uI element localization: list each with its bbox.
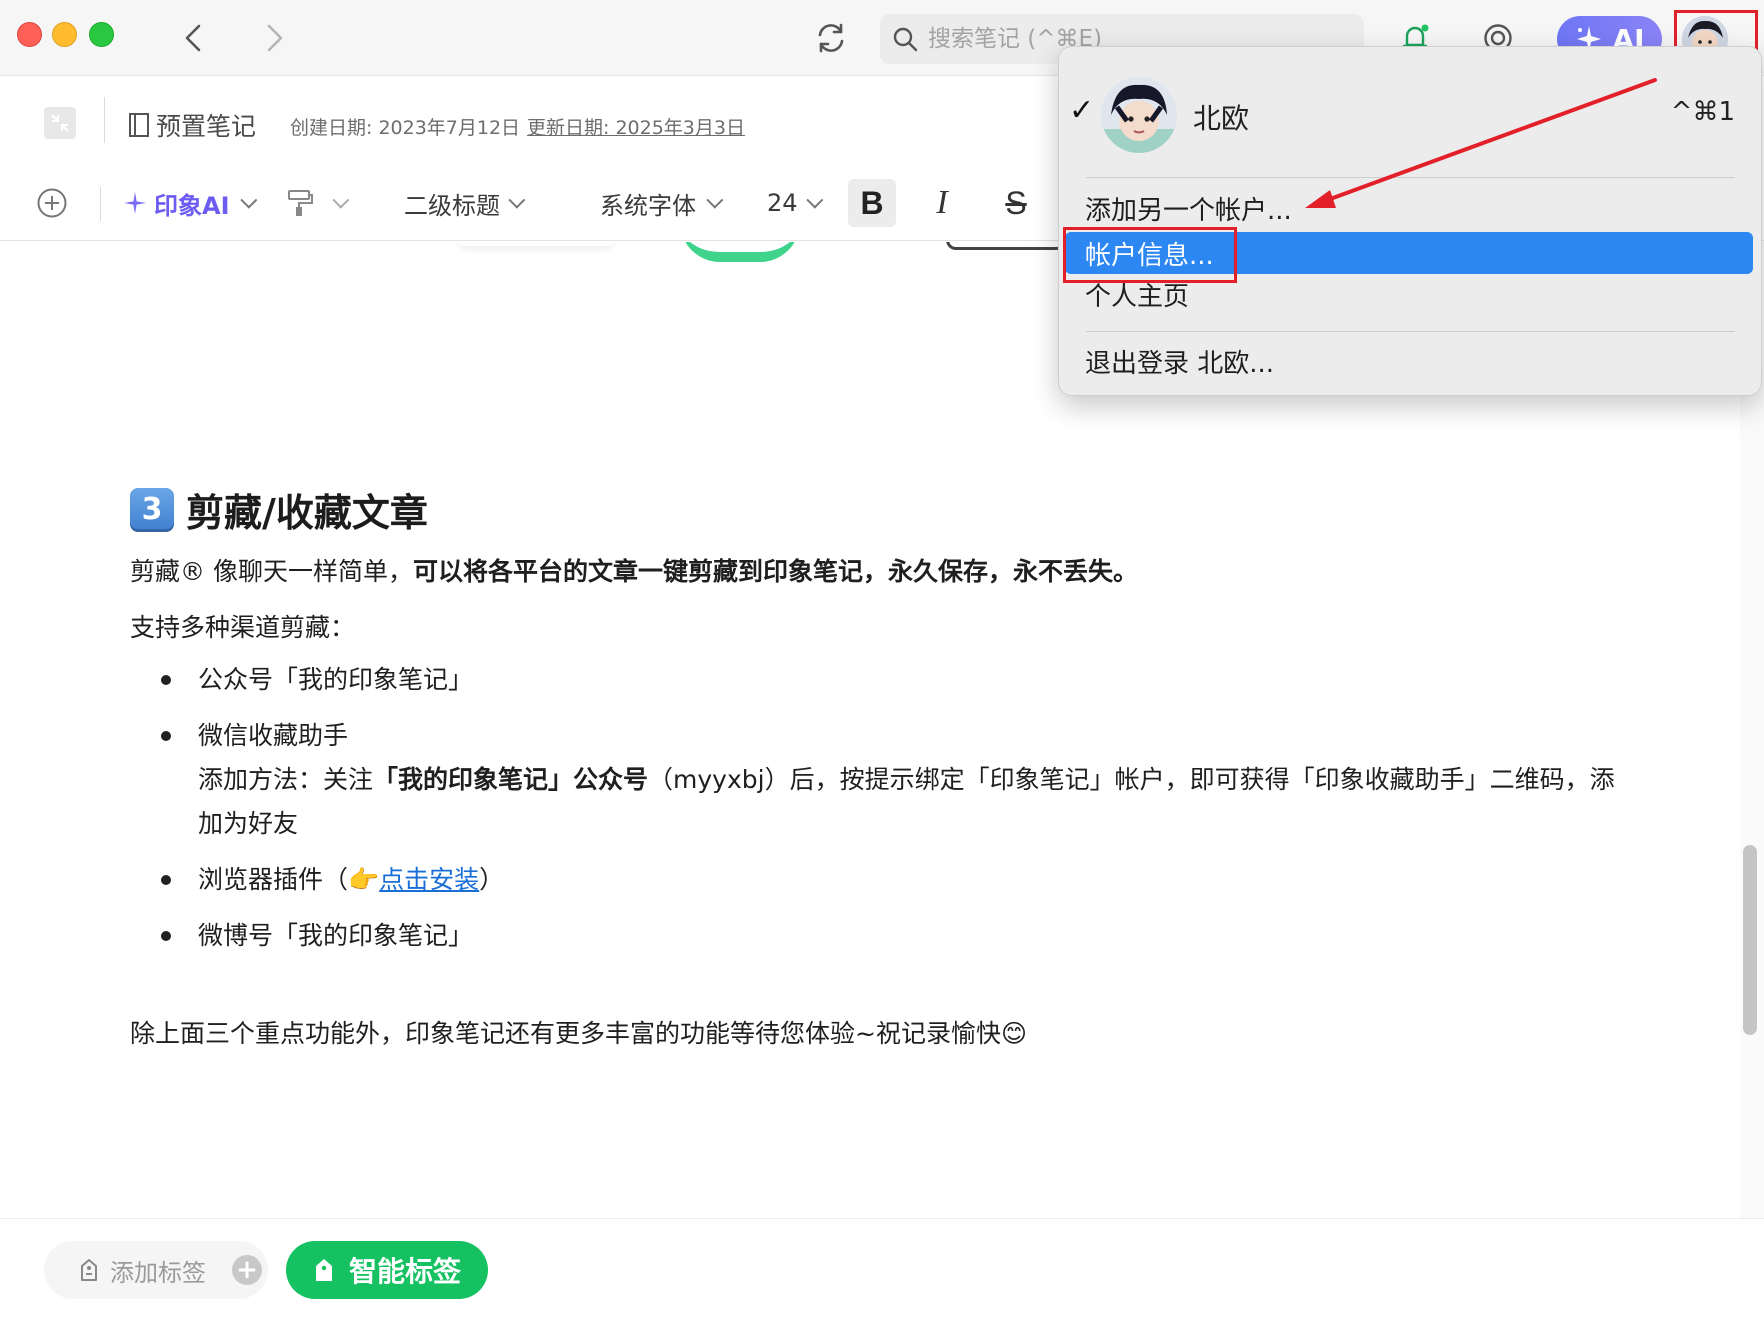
close-window-button[interactable] (17, 22, 42, 47)
chevron-down-icon (805, 191, 823, 209)
list-item-text: 浏览器插件（ (198, 865, 349, 894)
font-family-value: 系统字体 (600, 191, 696, 220)
smart-tag-button[interactable]: 智能标签 (286, 1241, 488, 1299)
annotation-highlight-account-info (1063, 227, 1237, 283)
heading-style-value: 二级标题 (404, 191, 500, 220)
install-link[interactable]: 点击安装 (379, 865, 479, 894)
channel-list: 公众号「我的印象笔记」 微信收藏助手 添加方法：关注「我的印象笔记」公众号（my… (130, 658, 1630, 970)
italic-button[interactable]: I (918, 179, 966, 227)
intro-plain-text: 剪藏® 像聊天一样简单， (130, 557, 413, 586)
chevron-down-icon (239, 191, 257, 209)
list-item: 微博号「我的印象笔记」 (130, 914, 1630, 958)
channels-label: 支持多种渠道剪藏： (130, 613, 356, 642)
bold-button[interactable]: B (848, 179, 896, 227)
image-fragment (946, 242, 1066, 250)
closing-paragraph: 除上面三个重点功能外，印象笔记还有更多丰富的功能等待您体验~祝记录愉快😊 (130, 1012, 1027, 1056)
list-item-text: 公众号「我的印象笔记」 (198, 665, 474, 694)
list-item: 公众号「我的印象笔记」 (130, 658, 1630, 702)
tag-bar: 添加标签 + 智能标签 (0, 1218, 1764, 1320)
minimize-window-button[interactable] (52, 22, 77, 47)
created-date: 创建日期: 2023年7月12日 (290, 117, 521, 139)
sparkle-icon (124, 192, 146, 214)
list-item-text: ） (479, 865, 505, 894)
notebook-name: 预置笔记 (156, 112, 257, 141)
list-item-text: 微信收藏助手 (198, 721, 349, 750)
user-shortcut: ^⌘1 (1670, 97, 1735, 127)
user-avatar-icon (1101, 77, 1177, 153)
tag-icon (81, 1259, 97, 1281)
heading-style-dropdown[interactable]: 二级标题 (404, 179, 526, 227)
intro-bold-text: 可以将各平台的文章一键剪藏到印象笔记，永久保存，永不丢失。 (412, 557, 1138, 586)
closing-text: 除上面三个重点功能外，印象笔记还有更多丰富的功能等待您体验~祝记录愉快 (130, 1019, 1001, 1048)
pointing-hand-icon: 👉 (348, 865, 380, 894)
section-heading: 3 剪藏/收藏文章 (130, 482, 428, 537)
updated-date[interactable]: 更新日期: 2025年3月3日 (527, 113, 745, 140)
scrollbar-thumb[interactable] (1743, 845, 1757, 1035)
font-size-value: 24 (767, 189, 798, 217)
notebook-icon (129, 113, 149, 137)
paint-brush-icon (288, 190, 313, 216)
chevron-down-icon (508, 191, 526, 209)
font-size-dropdown[interactable]: 24 (767, 179, 823, 227)
list-item: 浏览器插件（👉点击安装） (130, 858, 1630, 902)
search-icon (893, 27, 918, 52)
add-tag-plus-icon[interactable]: + (232, 1255, 262, 1285)
chevron-down-icon (332, 191, 350, 209)
notebook-selector[interactable]: 预置笔记 (128, 107, 256, 143)
image-fragment (456, 242, 616, 246)
checkmark-icon: ✓ (1069, 93, 1095, 128)
ai-tool-dropdown[interactable]: 印象AI (122, 179, 257, 227)
add-tag-placeholder: 添加标签 (110, 1258, 206, 1287)
divider (100, 187, 101, 221)
sync-icon (818, 23, 844, 53)
ai-tool-label: 印象AI (154, 191, 230, 220)
add-circle-icon (37, 188, 67, 218)
description-text: 添加方法：关注 (198, 765, 374, 794)
font-family-dropdown[interactable]: 系统字体 (600, 179, 724, 227)
avatar (1101, 77, 1177, 153)
strikethrough-button[interactable]: S (992, 179, 1040, 227)
insert-button[interactable] (36, 179, 70, 227)
menu-item-sign-out[interactable]: 退出登录 北欧... (1065, 340, 1753, 382)
account-menu: ✓ 北欧 ^⌘1 添加另一个帐户... 帐户信息... 个人主页 退出登录 北欧… (1058, 46, 1762, 396)
smiling-face-icon: 😊 (1000, 1019, 1028, 1048)
current-user-name[interactable]: 北欧 (1193, 97, 1249, 137)
list-item-text: 微博号「我的印象笔记」 (198, 921, 474, 950)
tag-icon (315, 1259, 332, 1281)
back-icon (185, 24, 201, 52)
list-item: 微信收藏助手 添加方法：关注「我的印象笔记」公众号（myyxbj）后，按提示绑定… (130, 714, 1630, 846)
menu-divider (1086, 331, 1735, 332)
forward-button[interactable] (255, 18, 295, 58)
intro-paragraph: 剪藏® 像聊天一样简单，可以将各平台的文章一键剪藏到印象笔记，永久保存，永不丢失… (130, 550, 1138, 594)
menu-item-add-account[interactable]: 添加另一个帐户... (1065, 187, 1753, 229)
section-title: 剪藏/收藏文章 (186, 491, 428, 535)
divider (104, 97, 105, 143)
back-button[interactable] (173, 18, 213, 58)
sync-button[interactable] (811, 18, 851, 58)
collapse-icon (51, 114, 69, 132)
image-fragment (680, 242, 800, 262)
list-item-description: 添加方法：关注「我的印象笔记」公众号（myyxbj）后，按提示绑定「印象笔记」帐… (198, 758, 1630, 846)
chevron-down-icon (706, 191, 724, 209)
add-tag-field[interactable]: 添加标签 + (44, 1241, 268, 1299)
format-painter-dropdown[interactable] (286, 179, 350, 227)
collapse-button[interactable] (44, 107, 76, 139)
description-bold-text: 「我的印象笔记」公众号 (373, 765, 649, 794)
keycap-number-icon: 3 (130, 487, 174, 532)
forward-icon (267, 24, 283, 52)
zoom-window-button[interactable] (89, 22, 114, 47)
smart-tag-label: 智能标签 (348, 1255, 461, 1288)
menu-divider (1086, 177, 1735, 178)
